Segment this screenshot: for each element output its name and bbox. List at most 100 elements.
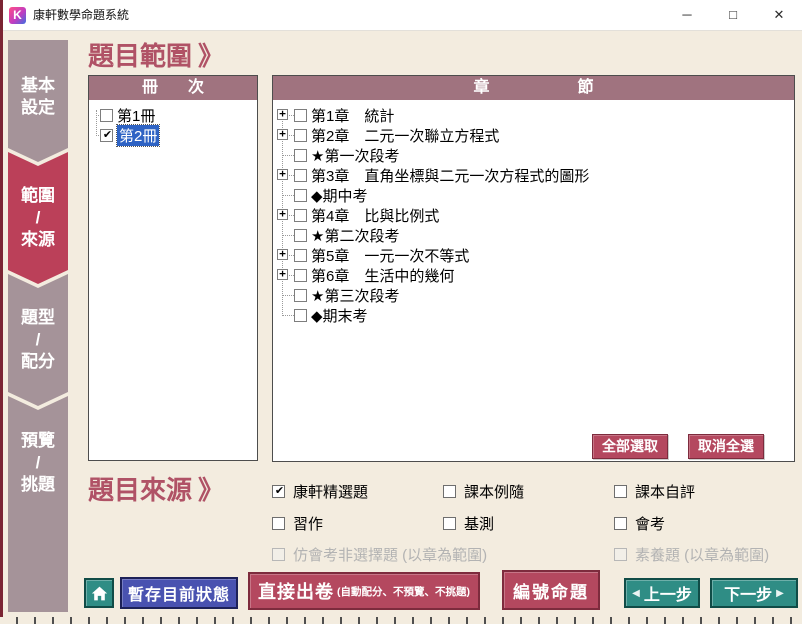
chapter-item[interactable]: + ✔ ★第一次段考 — [273, 145, 793, 165]
maximize-button[interactable]: □ — [710, 0, 756, 30]
source-option-basic-test[interactable]: ✔ 基測 — [443, 516, 494, 531]
source-option-label: 基測 — [464, 513, 494, 534]
chapter-checkbox[interactable]: ✔ — [294, 249, 307, 262]
source-checkbox[interactable]: ✔ — [443, 485, 456, 498]
volume-item[interactable]: ✔ 第2冊 — [89, 125, 256, 145]
double-chevron-icon: 》 — [198, 470, 224, 507]
chapter-checkbox[interactable]: ✔ — [294, 229, 307, 242]
source-checkbox[interactable]: ✔ — [614, 485, 627, 498]
minimize-button[interactable]: ─ — [664, 0, 710, 30]
expand-icon[interactable]: + — [277, 109, 288, 120]
chapter-item-label: ◆期末考 — [311, 305, 368, 326]
save-state-button[interactable]: 暫存目前狀態 — [120, 577, 238, 609]
chapter-item[interactable]: + ✔ 第4章 比與比例式 — [273, 205, 793, 225]
source-option-label: 課本例隨 — [464, 481, 524, 502]
source-checkbox: ✔ — [272, 548, 285, 561]
source-heading: 題目來源 》 — [88, 470, 224, 507]
chapter-item-label: ★第二次段考 — [311, 225, 399, 246]
source-option-label: 康軒精選題 — [293, 481, 368, 502]
chapter-item[interactable]: + ✔ 第5章 一元一次不等式 — [273, 245, 793, 265]
deselect-all-button[interactable]: 取消全選 — [688, 434, 764, 459]
double-chevron-icon: 》 — [198, 36, 224, 73]
chapter-item[interactable]: + ✔ ★第三次段考 — [273, 285, 793, 305]
source-option-workbook[interactable]: ✔ 習作 — [272, 516, 323, 531]
source-checkbox[interactable]: ✔ — [614, 517, 627, 530]
tab-label-line: 預覽 — [21, 430, 55, 452]
chapter-item[interactable]: + ✔ ◆期末考 — [273, 305, 793, 325]
sidebar-tab-question-types[interactable]: 題型 / 配分 — [8, 274, 68, 406]
source-option-label: 仿會考非選擇題 (以章為範圍) — [293, 544, 487, 565]
source-checkbox: ✔ — [614, 548, 627, 561]
source-option-kangxuan[interactable]: ✔ 康軒精選題 — [272, 484, 368, 499]
source-option-label: 素養題 (以章為範圍) — [635, 544, 769, 565]
chapter-item-label: ★第一次段考 — [311, 145, 399, 166]
expand-icon[interactable]: + — [277, 129, 288, 140]
source-option-label: 會考 — [635, 513, 665, 534]
select-all-button[interactable]: 全部選取 — [592, 434, 668, 459]
app-window: K 康軒數學命題系統 ─ □ ✕ 基本 設定 範圍 / 來源 題型 / 配分 預… — [0, 0, 802, 624]
close-button[interactable]: ✕ — [756, 0, 802, 30]
source-option-mock-nonchoice: ✔ 仿會考非選擇題 (以章為範圍) — [272, 547, 487, 562]
source-checkbox[interactable]: ✔ — [272, 485, 285, 498]
chapter-checkbox[interactable]: ✔ — [294, 129, 307, 142]
chapter-item-label: ◆期中考 — [311, 185, 368, 206]
sidebar-tab-preview-pick[interactable]: 預覽 / 挑題 — [8, 396, 68, 612]
tab-label-line: 範圍 — [21, 185, 55, 207]
tab-label-line: / — [36, 329, 41, 351]
source-option-label: 習作 — [293, 513, 323, 534]
chapter-item[interactable]: + ✔ 第3章 直角坐標與二元一次方程式的圖形 — [273, 165, 793, 185]
volume-item[interactable]: ✔ 第1冊 — [89, 105, 256, 125]
tab-label-line: 挑題 — [21, 474, 55, 496]
source-option-entrance-exam[interactable]: ✔ 會考 — [614, 516, 665, 531]
prev-step-button[interactable]: ◀ 上一步 — [624, 578, 700, 608]
tree-branch-line — [282, 295, 294, 296]
chapter-checkbox[interactable]: ✔ — [294, 269, 307, 282]
range-heading: 題目範圍 》 — [88, 36, 224, 73]
chapter-item-label: ★第三次段考 — [311, 285, 399, 306]
tab-label-line: 基本 — [21, 75, 55, 97]
expand-icon[interactable]: + — [277, 269, 288, 280]
expand-icon[interactable]: + — [277, 249, 288, 260]
volume-checkbox[interactable]: ✔ — [100, 129, 113, 142]
chapter-checkbox[interactable]: ✔ — [294, 149, 307, 162]
chapter-item[interactable]: + ✔ 第2章 二元一次聯立方程式 — [273, 125, 793, 145]
source-checkbox[interactable]: ✔ — [443, 517, 456, 530]
numbering-button[interactable]: 編號命題 — [502, 570, 600, 610]
source-option-label: 課本自評 — [635, 481, 695, 502]
volume-panel: 冊次 ✔ 第1冊 ✔ 第2冊 — [88, 75, 258, 461]
sidebar-tab-range-source[interactable]: 範圍 / 來源 — [8, 152, 68, 284]
source-option-textbook-selfcheck[interactable]: ✔ 課本自評 — [614, 484, 695, 499]
window-controls: ─ □ ✕ — [664, 0, 802, 30]
sidebar-tab-basic-settings[interactable]: 基本 設定 — [8, 40, 68, 162]
chapter-checkbox[interactable]: ✔ — [294, 289, 307, 302]
chapter-item[interactable]: + ✔ ★第二次段考 — [273, 225, 793, 245]
chapter-checkbox[interactable]: ✔ — [294, 189, 307, 202]
chapter-panel: 章節 + ✔ 第1章 統計 + ✔ 第2章 二元一次聯立方程式 + ✔ ★第一次… — [272, 75, 795, 462]
home-button[interactable] — [84, 578, 114, 608]
chapter-checkbox[interactable]: ✔ — [294, 109, 307, 122]
volume-checkbox[interactable]: ✔ — [100, 109, 113, 122]
source-heading-text: 題目來源 — [88, 470, 192, 507]
right-arrow-icon: ▶ — [776, 588, 784, 599]
tab-label-line: / — [36, 452, 41, 474]
direct-export-button[interactable]: 直接出卷 (自動配分、不預覽、不挑題) — [248, 572, 480, 610]
range-heading-text: 題目範圍 — [88, 36, 192, 73]
next-step-button[interactable]: 下一步 ▶ — [710, 578, 798, 608]
source-checkbox[interactable]: ✔ — [272, 517, 285, 530]
expand-icon[interactable]: + — [277, 209, 288, 220]
chapter-item-label: 第6章 生活中的幾何 — [311, 265, 454, 286]
chapter-checkbox[interactable]: ✔ — [294, 169, 307, 182]
chapter-checkbox[interactable]: ✔ — [294, 209, 307, 222]
chapter-checkbox[interactable]: ✔ — [294, 309, 307, 322]
chapter-item[interactable]: + ✔ ◆期中考 — [273, 185, 793, 205]
source-option-literacy: ✔ 素養題 (以章為範圍) — [614, 547, 769, 562]
source-option-textbook-examples[interactable]: ✔ 課本例隨 — [443, 484, 524, 499]
bottom-edge-pattern — [0, 617, 802, 624]
tab-label-line: 來源 — [21, 229, 55, 251]
chapter-item[interactable]: + ✔ 第1章 統計 — [273, 105, 793, 125]
expand-icon[interactable]: + — [277, 169, 288, 180]
tab-label-line: 題型 — [21, 307, 55, 329]
chapter-item[interactable]: + ✔ 第6章 生活中的幾何 — [273, 265, 793, 285]
app-icon: K — [9, 7, 26, 24]
chapter-panel-header: 章節 — [273, 76, 794, 100]
